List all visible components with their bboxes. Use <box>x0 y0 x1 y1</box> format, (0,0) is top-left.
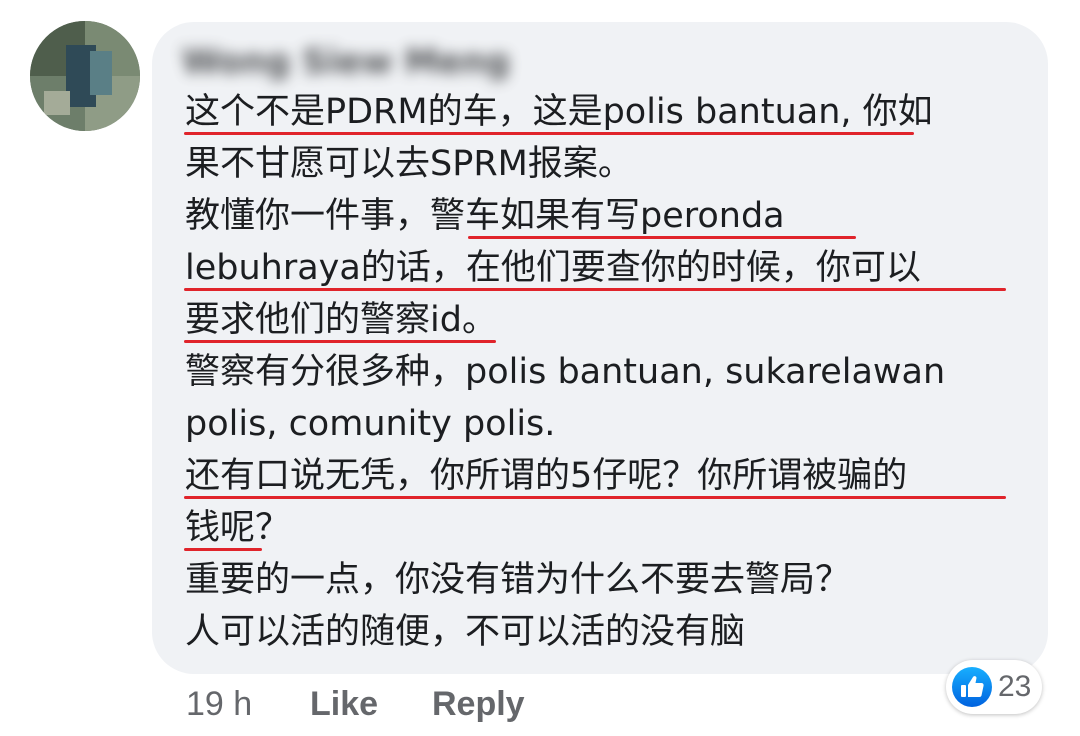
red-underline <box>184 132 914 135</box>
comment-author-name[interactable]: Wong Siew Meng <box>182 40 510 84</box>
reaction-summary[interactable]: 23 <box>946 660 1042 714</box>
comment-line: lebuhraya的话，在他们要查你的时候，你可以 <box>185 248 921 288</box>
reaction-count: 23 <box>998 670 1032 703</box>
comment-line: 果不甘愿可以去SPRM报案。 <box>185 144 633 184</box>
comment-line: 警察有分很多种，polis bantuan, sukarelawan <box>185 352 946 392</box>
comment-line: 重要的一点，你没有错为什么不要去警局？ <box>185 560 851 600</box>
comment-bubble: Wong Siew Meng 这个不是PDRM的车，这是polis bantua… <box>152 22 1048 674</box>
red-underline <box>184 340 496 343</box>
comment-line: 钱呢？ <box>185 508 291 548</box>
red-underline <box>184 548 262 551</box>
red-underline <box>184 496 1006 499</box>
avatar[interactable] <box>30 21 140 131</box>
comment-line: 还有口说无凭，你所谓的5仔呢？你所谓被骗的 <box>185 456 908 496</box>
red-underline <box>184 288 1006 291</box>
comment-line: polis, comunity polis. <box>185 404 556 444</box>
thumbs-up-icon <box>952 667 992 707</box>
comment-line: 人可以活的随便，不可以活的没有脑 <box>185 612 746 652</box>
comment-line: 要求他们的警察id。 <box>185 300 497 340</box>
comment-line: 教懂你一件事，警车如果有写peronda <box>185 196 785 236</box>
like-button[interactable]: Like <box>310 680 378 728</box>
red-underline <box>468 236 856 239</box>
comment-line: 这个不是PDRM的车，这是polis bantuan, 你如 <box>185 92 933 132</box>
comment-screenshot: Wong Siew Meng 这个不是PDRM的车，这是polis bantua… <box>0 0 1080 736</box>
comment-timestamp[interactable]: 19 h <box>186 680 252 728</box>
reply-button[interactable]: Reply <box>432 680 525 728</box>
